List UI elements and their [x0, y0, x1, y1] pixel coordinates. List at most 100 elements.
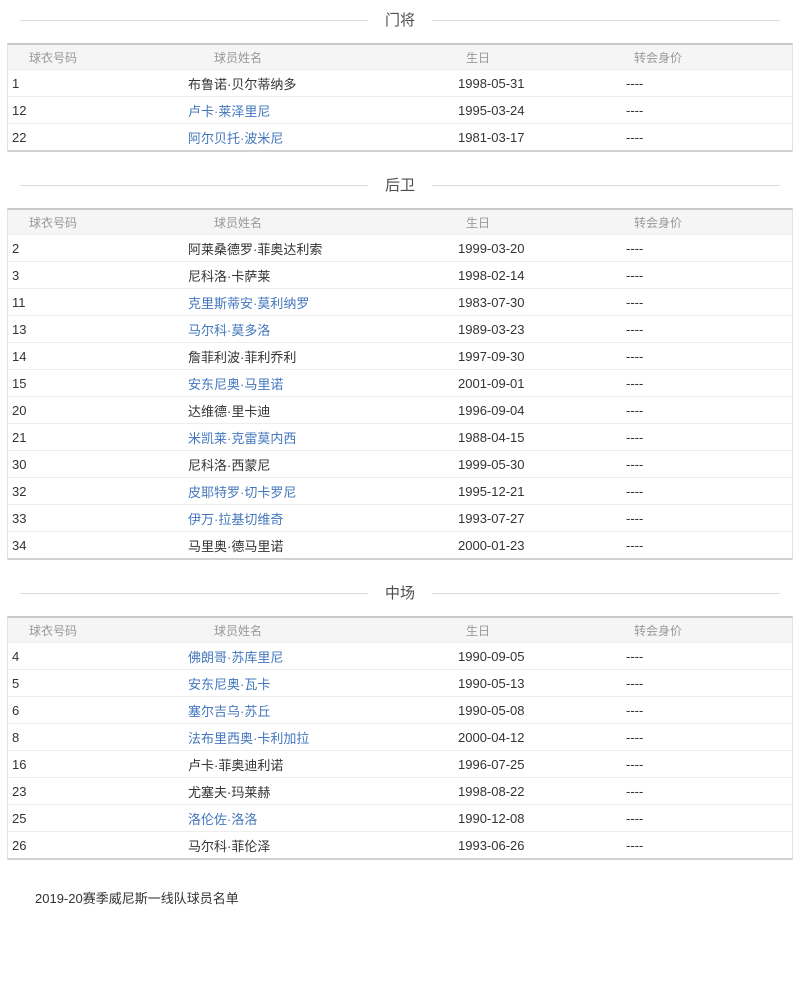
birthday-cell: 1993-06-26: [458, 831, 624, 858]
birthday-cell: 1990-09-05: [458, 642, 624, 669]
player-name-link[interactable]: 洛伦佐·洛洛: [188, 812, 257, 827]
player-number-cell: 2: [8, 234, 188, 261]
table-caption: 2019-20赛季威尼斯一线队球员名单: [35, 888, 793, 907]
birthday-cell: 1983-07-30: [458, 288, 624, 315]
player-name-text: 詹菲利波·菲利乔利: [188, 350, 296, 365]
transfer-value-cell: ----: [624, 123, 792, 150]
transfer-value-cell: ----: [624, 750, 792, 777]
transfer-value-cell: ----: [624, 69, 792, 96]
birthday-cell: 1993-07-27: [458, 504, 624, 531]
player-name-link[interactable]: 阿尔贝托·波米尼: [188, 131, 283, 146]
player-number-cell: 30: [8, 450, 188, 477]
player-row: 2阿莱桑德罗·菲奥达利索1999-03-20----: [8, 234, 792, 261]
divider-line-right: [432, 593, 780, 594]
player-row: 14詹菲利波·菲利乔利1997-09-30----: [8, 342, 792, 369]
player-name-link[interactable]: 皮耶特罗·切卡罗尼: [188, 485, 296, 500]
player-row: 22阿尔贝托·波米尼 1981-03-17----: [8, 123, 792, 150]
player-row: 33伊万·拉基切维奇1993-07-27----: [8, 504, 792, 531]
player-name-cell: 洛伦佐·洛洛: [188, 804, 458, 831]
header-row: 球衣号码球员姓名生日转会身价: [8, 618, 792, 642]
transfer-value-cell: ----: [624, 342, 792, 369]
section-header: 中场: [20, 583, 780, 604]
birthday-cell: 1988-04-15: [458, 423, 624, 450]
player-name-link[interactable]: 米凯莱·克雷莫内西: [188, 431, 296, 446]
column-header-4: 转会身价: [624, 210, 792, 234]
player-name-cell: 尼科洛·卡萨莱: [188, 261, 458, 288]
player-name-link[interactable]: 安东尼奥·马里诺: [188, 377, 283, 392]
player-name-text: 阿莱桑德罗·菲奥达利索: [188, 242, 322, 257]
section-title: 中场: [385, 583, 415, 604]
birthday-cell: 1990-05-13: [458, 669, 624, 696]
birthday-cell: 1990-05-08: [458, 696, 624, 723]
player-row: 16卢卡·菲奥迪利诺1996-07-25----: [8, 750, 792, 777]
birthday-cell: 1998-05-31: [458, 69, 624, 96]
transfer-value-cell: ----: [624, 315, 792, 342]
player-number-cell: 34: [8, 531, 188, 558]
transfer-value-cell: ----: [624, 696, 792, 723]
player-row: 4佛朗哥·苏库里尼1990-09-05----: [8, 642, 792, 669]
player-row: 6塞尔吉乌·苏丘 1990-05-08----: [8, 696, 792, 723]
player-name-link[interactable]: 法布里西奥·卡利加拉: [188, 731, 309, 746]
birthday-cell: 1990-12-08: [458, 804, 624, 831]
birthday-cell: 1999-03-20: [458, 234, 624, 261]
divider-line-right: [432, 20, 780, 21]
birthday-cell: 1996-07-25: [458, 750, 624, 777]
player-row: 11克里斯蒂安·莫利纳罗1983-07-30----: [8, 288, 792, 315]
player-name-link[interactable]: 克里斯蒂安·莫利纳罗: [188, 296, 309, 311]
player-row: 13马尔科·莫多洛1989-03-23----: [8, 315, 792, 342]
player-number-cell: 23: [8, 777, 188, 804]
column-header-1: 球衣号码: [8, 618, 188, 642]
player-name-cell: 马尔科·菲伦泽: [188, 831, 458, 858]
player-number-cell: 20: [8, 396, 188, 423]
player-number-cell: 25: [8, 804, 188, 831]
player-name-link[interactable]: 佛朗哥·苏库里尼: [188, 650, 283, 665]
player-name-link[interactable]: 安东尼奥·瓦卡: [188, 677, 270, 692]
player-row: 26马尔科·菲伦泽1993-06-26----: [8, 831, 792, 858]
player-name-text: 布鲁诺·贝尔蒂纳多: [188, 77, 296, 92]
player-row: 30尼科洛·西蒙尼 1999-05-30----: [8, 450, 792, 477]
player-row: 34马里奥·德马里诺2000-01-23----: [8, 531, 792, 558]
player-number-cell: 16: [8, 750, 188, 777]
player-name-link[interactable]: 塞尔吉乌·苏丘: [188, 704, 270, 719]
player-row: 23尤塞夫·玛莱赫1998-08-22----: [8, 777, 792, 804]
player-section-2: 后卫球衣号码球员姓名生日转会身价2阿莱桑德罗·菲奥达利索1999-03-20--…: [7, 175, 793, 560]
player-name-text: 尼科洛·西蒙尼: [188, 458, 270, 473]
player-row: 3尼科洛·卡萨莱1998-02-14----: [8, 261, 792, 288]
sections-container: 门将球衣号码球员姓名生日转会身价1布鲁诺·贝尔蒂纳多1998-05-31----…: [7, 10, 793, 860]
player-row: 32皮耶特罗·切卡罗尼1995-12-21----: [8, 477, 792, 504]
section-title: 后卫: [385, 175, 415, 196]
player-name-link[interactable]: 马尔科·莫多洛: [188, 323, 270, 338]
player-name-link[interactable]: 伊万·拉基切维奇: [188, 512, 283, 527]
transfer-value-cell: ----: [624, 804, 792, 831]
player-name-cell: 塞尔吉乌·苏丘: [188, 696, 458, 723]
player-number-cell: 5: [8, 669, 188, 696]
player-number-cell: 32: [8, 477, 188, 504]
birthday-cell: 1999-05-30: [458, 450, 624, 477]
player-number-cell: 13: [8, 315, 188, 342]
transfer-value-cell: ----: [624, 450, 792, 477]
roster-table: 球衣号码球员姓名生日转会身价1布鲁诺·贝尔蒂纳多1998-05-31----12…: [7, 43, 793, 152]
player-row: 20达维德·里卡迪1996-09-04----: [8, 396, 792, 423]
player-name-text: 马里奥·德马里诺: [188, 539, 283, 554]
column-header-1: 球衣号码: [8, 45, 188, 69]
birthday-cell: 2000-04-12: [458, 723, 624, 750]
birthday-cell: 1981-03-17: [458, 123, 624, 150]
player-section-1: 门将球衣号码球员姓名生日转会身价1布鲁诺·贝尔蒂纳多1998-05-31----…: [7, 10, 793, 152]
player-name-link[interactable]: 卢卡·莱泽里尼: [188, 104, 270, 119]
player-number-cell: 22: [8, 123, 188, 150]
player-row: 12卢卡·莱泽里尼1995-03-24----: [8, 96, 792, 123]
divider-line-right: [432, 185, 780, 186]
transfer-value-cell: ----: [624, 831, 792, 858]
player-name-cell: 詹菲利波·菲利乔利: [188, 342, 458, 369]
transfer-value-cell: ----: [624, 369, 792, 396]
player-number-cell: 6: [8, 696, 188, 723]
player-number-cell: 21: [8, 423, 188, 450]
header-row: 球衣号码球员姓名生日转会身价: [8, 210, 792, 234]
player-name-cell: 达维德·里卡迪: [188, 396, 458, 423]
birthday-cell: 1996-09-04: [458, 396, 624, 423]
player-name-cell: 阿尔贝托·波米尼: [188, 123, 458, 150]
player-number-cell: 3: [8, 261, 188, 288]
transfer-value-cell: ----: [624, 288, 792, 315]
column-header-2: 球员姓名: [188, 210, 458, 234]
player-number-cell: 8: [8, 723, 188, 750]
